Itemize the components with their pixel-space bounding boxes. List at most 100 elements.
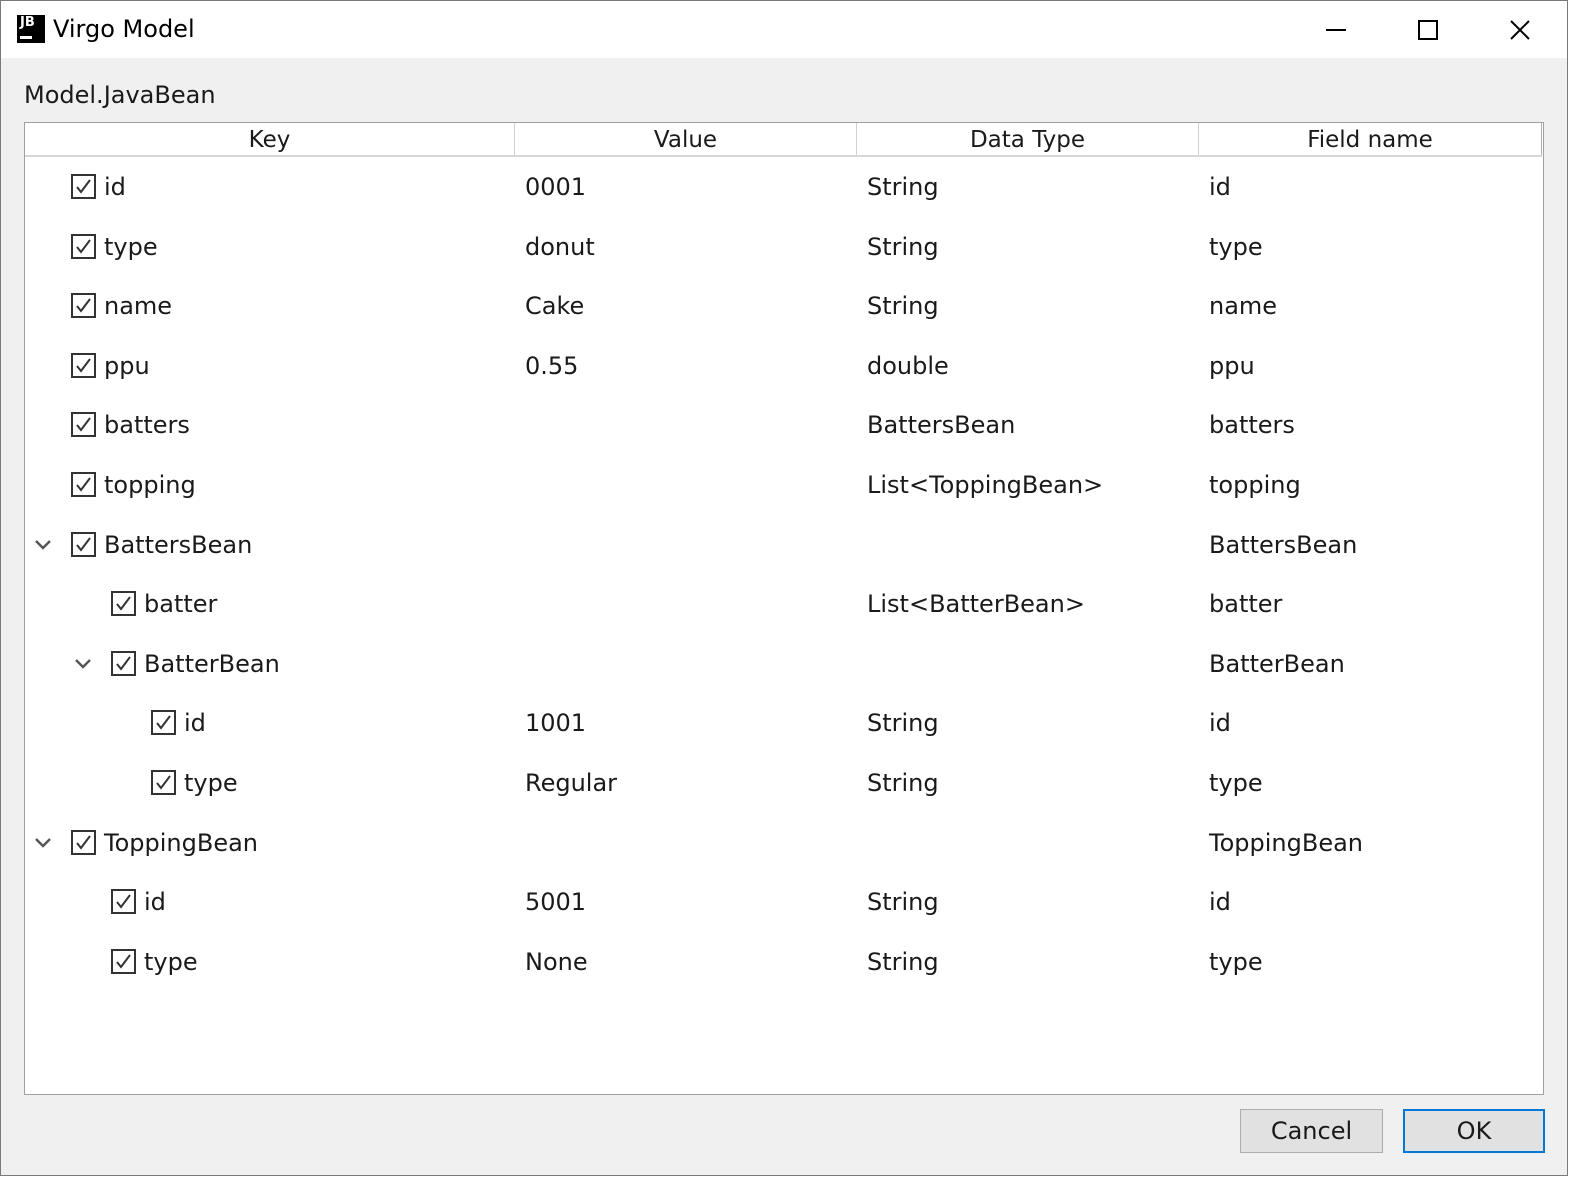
maximize-icon — [1418, 20, 1438, 40]
row-checkbox[interactable] — [71, 472, 96, 497]
row-field-name: type — [1209, 769, 1263, 797]
chevron-down-icon[interactable] — [73, 657, 93, 671]
row-key: name — [104, 292, 173, 320]
row-checkbox[interactable] — [71, 412, 96, 437]
checkmark-icon — [76, 537, 91, 552]
column-header-field-name[interactable]: Field name — [1199, 123, 1542, 155]
jetbrains-logo-icon: JB — [17, 15, 45, 43]
row-field-name: type — [1209, 948, 1263, 976]
row-checkbox[interactable] — [111, 889, 136, 914]
row-key: type — [104, 233, 158, 261]
row-checkbox[interactable] — [71, 293, 96, 318]
checkmark-icon — [116, 894, 131, 909]
table-row[interactable]: name Cake String name — [25, 276, 1543, 336]
row-key: BatterBean — [144, 650, 280, 678]
table-row[interactable]: id 1001 String id — [25, 693, 1543, 753]
table-row[interactable]: BatterBean BatterBean — [25, 634, 1543, 694]
ok-button[interactable]: OK — [1403, 1109, 1545, 1153]
row-data-type: String — [867, 769, 939, 797]
model-tree-table[interactable]: Key Value Data Type Field name id 0001 Str… — [24, 122, 1544, 1095]
row-value: 0001 — [525, 173, 587, 201]
row-field-name: ppu — [1209, 352, 1255, 380]
minimize-icon — [1326, 29, 1346, 31]
row-field-name: topping — [1209, 471, 1301, 499]
column-header-key[interactable]: Key — [25, 123, 515, 155]
table-row[interactable]: id 0001 String id — [25, 157, 1543, 217]
row-checkbox[interactable] — [111, 591, 136, 616]
row-checkbox[interactable] — [71, 830, 96, 855]
column-header-value[interactable]: Value — [515, 123, 857, 155]
table-row[interactable]: batters BattersBean batters — [25, 395, 1543, 455]
table-row[interactable]: type None String type — [25, 932, 1543, 992]
checkmark-icon — [76, 835, 91, 850]
row-data-type: double — [867, 352, 949, 380]
row-checkbox[interactable] — [111, 949, 136, 974]
row-checkbox[interactable] — [71, 174, 96, 199]
table-row[interactable]: ppu 0.55 double ppu — [25, 336, 1543, 396]
row-field-name: id — [1209, 173, 1231, 201]
row-checkbox[interactable] — [111, 651, 136, 676]
row-field-name: ToppingBean — [1209, 829, 1363, 857]
table-row[interactable]: type donut String type — [25, 217, 1543, 277]
row-value: donut — [525, 233, 595, 261]
row-checkbox[interactable] — [71, 234, 96, 259]
table-row[interactable]: id 5001 String id — [25, 872, 1543, 932]
table-row[interactable]: BattersBean BattersBean — [25, 515, 1543, 575]
row-data-type: String — [867, 709, 939, 737]
row-key: id — [104, 173, 126, 201]
row-key: type — [144, 948, 198, 976]
row-value: 5001 — [525, 888, 587, 916]
checkmark-icon — [76, 298, 91, 313]
close-icon — [1510, 20, 1530, 40]
maximize-button[interactable] — [1383, 1, 1473, 58]
minimize-button[interactable] — [1291, 1, 1381, 58]
table-row[interactable]: type Regular String type — [25, 753, 1543, 813]
row-key: id — [144, 888, 166, 916]
row-checkbox[interactable] — [71, 353, 96, 378]
row-value: Cake — [525, 292, 585, 320]
checkmark-icon — [116, 954, 131, 969]
chevron-down-icon[interactable] — [33, 538, 53, 552]
row-field-name: batters — [1209, 411, 1295, 439]
row-value: 1001 — [525, 709, 587, 737]
row-key: BattersBean — [104, 531, 253, 559]
checkmark-icon — [76, 179, 91, 194]
row-key: batters — [104, 411, 190, 439]
window-title: Virgo Model — [53, 15, 195, 43]
row-data-type: List<ToppingBean> — [867, 471, 1104, 499]
chevron-down-icon[interactable] — [33, 836, 53, 850]
row-field-name: batter — [1209, 590, 1283, 618]
row-field-name: BatterBean — [1209, 650, 1345, 678]
row-data-type: String — [867, 233, 939, 261]
row-value: 0.55 — [525, 352, 579, 380]
logo-text: JB — [20, 15, 35, 30]
row-checkbox[interactable] — [151, 710, 176, 735]
table-row[interactable]: ToppingBean ToppingBean — [25, 813, 1543, 873]
row-data-type: String — [867, 173, 939, 201]
row-checkbox[interactable] — [71, 532, 96, 557]
model-name-label: Model.JavaBean — [24, 81, 216, 109]
checkmark-icon — [116, 596, 131, 611]
close-button[interactable] — [1475, 1, 1565, 58]
row-key: type — [184, 769, 238, 797]
dialog-window: JB Virgo Model Model.JavaBean Key Value … — [0, 0, 1568, 1176]
row-data-type: String — [867, 292, 939, 320]
checkmark-icon — [76, 477, 91, 492]
checkmark-icon — [76, 239, 91, 254]
title-bar[interactable]: JB Virgo Model — [1, 1, 1567, 58]
row-field-name: name — [1209, 292, 1278, 320]
table-row[interactable]: topping List<ToppingBean> topping — [25, 455, 1543, 515]
row-data-type: BattersBean — [867, 411, 1016, 439]
cancel-button[interactable]: Cancel — [1240, 1109, 1383, 1153]
table-row[interactable]: batter List<BatterBean> batter — [25, 574, 1543, 634]
row-key: id — [184, 709, 206, 737]
row-key: batter — [144, 590, 218, 618]
column-header-data-type[interactable]: Data Type — [857, 123, 1199, 155]
checkmark-icon — [156, 715, 171, 730]
row-field-name: id — [1209, 709, 1231, 737]
row-data-type: String — [867, 948, 939, 976]
table-header: Key Value Data Type Field name — [25, 123, 1542, 157]
row-key: ToppingBean — [104, 829, 258, 857]
row-checkbox[interactable] — [151, 770, 176, 795]
checkmark-icon — [76, 358, 91, 373]
